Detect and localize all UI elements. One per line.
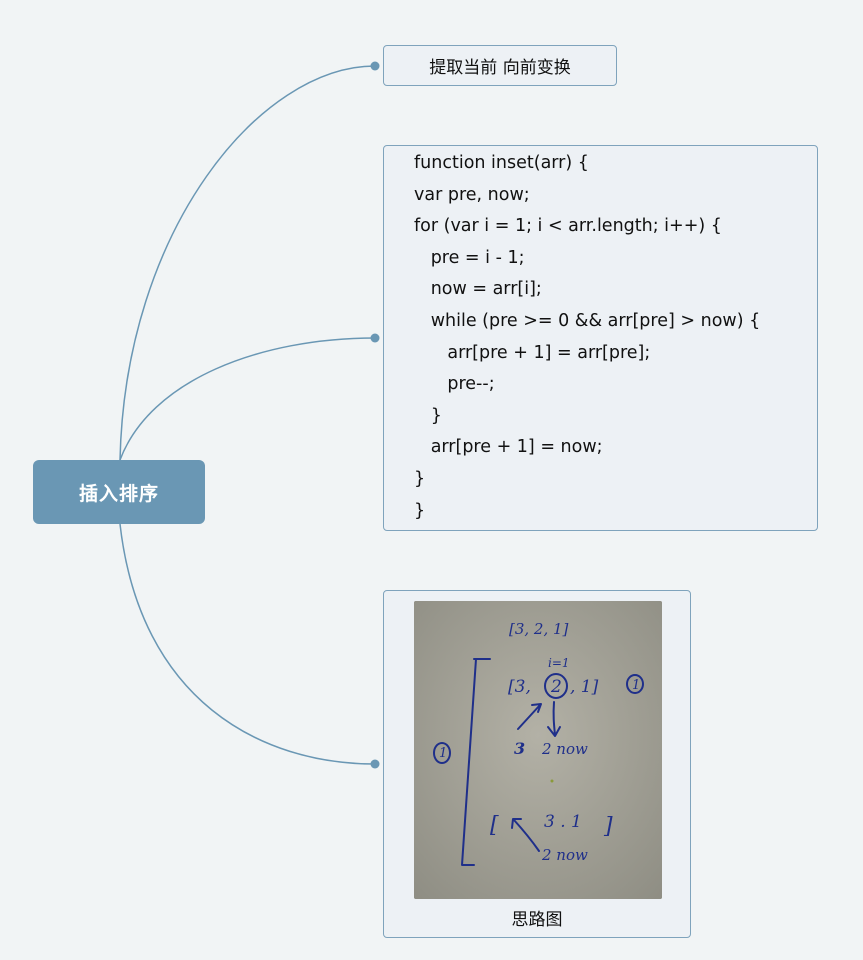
code-line: arr[pre + 1] = now; — [414, 437, 603, 458]
code-line: while (pre >= 0 && arr[pre] > now) { — [414, 310, 761, 331]
topic-code[interactable]: function inset(arr) { var pre, now; for … — [383, 145, 818, 531]
connector-dot-topic1 — [370, 61, 380, 71]
sketch-step1-circled: 2 — [550, 677, 562, 697]
topic-extract-current[interactable]: 提取当前 向前变换 — [383, 45, 617, 86]
code-line: now = arr[i]; — [414, 279, 542, 300]
code-line: arr[pre + 1] = arr[pre]; — [414, 342, 651, 363]
paper-background — [414, 601, 662, 899]
connector-dot-topic2 — [370, 333, 380, 343]
topic-diagram-image[interactable]: [3, 2, 1] i=1 [3, 2 , 1] 1 1 3 2 now [ 3… — [383, 590, 691, 938]
sketch-swap-left: 3 — [514, 739, 525, 758]
code-line: } — [414, 405, 442, 426]
code-line: for (var i = 1; i < arr.length; i++) { — [414, 216, 722, 237]
sketch-result-now: 2 now — [541, 846, 588, 864]
code-line: var pre, now; — [414, 184, 530, 205]
sketch-mark-left: 1 — [439, 746, 447, 761]
sketch-array: [3, 2, 1] — [509, 620, 569, 638]
sketch-dot — [550, 779, 554, 783]
image-caption: 思路图 — [511, 910, 563, 930]
sketch-result-close: ] — [603, 814, 613, 839]
connector-to-topic2 — [119, 337, 376, 461]
sketch-swap-right: 2 now — [541, 740, 588, 758]
sketch-result-values: 3 . 1 — [544, 812, 582, 832]
code-line: pre--; — [414, 374, 495, 395]
sketch-step1-left: [3, — [508, 677, 531, 697]
sketch-result-open: [ — [490, 813, 499, 838]
code-line: function inset(arr) { — [414, 153, 589, 173]
connector-to-topic3 — [119, 523, 376, 765]
sketch-index: i=1 — [548, 656, 570, 670]
connector-dot-topic3 — [370, 759, 380, 769]
sketch-step1-right: , 1] — [570, 677, 599, 697]
connector-to-topic1 — [119, 65, 376, 461]
code-line: } — [414, 500, 426, 521]
topic-extract-current-label: 提取当前 向前变换 — [429, 58, 571, 78]
sketch-drawing: [3, 2, 1] i=1 [3, 2 , 1] 1 1 3 2 now [ 3… — [414, 601, 662, 899]
code-line: pre = i - 1; — [414, 247, 525, 268]
code-line: } — [414, 468, 426, 489]
root-topic[interactable]: 插入排序 — [33, 460, 205, 524]
sketch-photo: [3, 2, 1] i=1 [3, 2 , 1] 1 1 3 2 now [ 3… — [414, 601, 662, 899]
root-topic-label: 插入排序 — [78, 482, 159, 505]
